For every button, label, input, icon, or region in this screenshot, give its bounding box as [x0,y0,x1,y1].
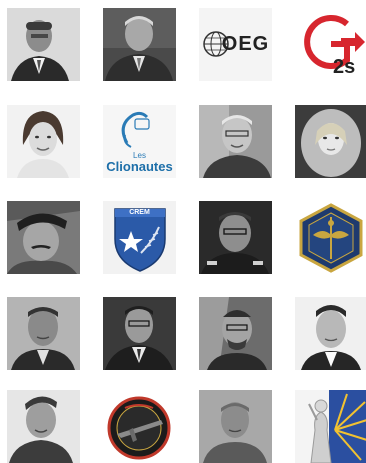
g2s-logo-tile[interactable]: 2s [295,8,366,81]
person-photo [199,390,272,463]
statue-icon [295,390,366,463]
portrait-tile-2[interactable] [103,8,176,81]
person-photo [103,297,176,370]
portrait-tile-11[interactable] [199,201,272,274]
portrait-tile-1[interactable] [7,8,80,81]
portrait-tile-15[interactable] [199,297,272,370]
military-badge-tile[interactable] [295,201,366,274]
portrait-tile-13[interactable] [7,297,80,370]
portrait-tile-16[interactable] [295,297,366,370]
portrait-tile-14[interactable] [103,297,176,370]
person-photo [7,201,80,274]
crem-logo-tile[interactable]: CREM [103,201,176,274]
person-photo [295,297,366,370]
hexagon-badge-icon [295,201,366,274]
portrait-tile-19[interactable] [199,390,272,463]
portrait-tile-9[interactable] [7,201,80,274]
rifle-emblem-icon [103,390,176,463]
person-photo [7,297,80,370]
oeg-logo-tile[interactable]: OEG [199,8,272,81]
crem-label: CREM [129,209,150,216]
person-photo [7,105,80,178]
statue-emblem-tile[interactable] [295,390,366,463]
person-photo [7,8,80,81]
g2s-logo-icon [295,8,366,81]
person-photo [103,8,176,81]
round-emblem-tile[interactable] [103,390,176,463]
portrait-tile-5[interactable] [7,105,80,178]
portrait-tile-7[interactable] [199,105,272,178]
person-photo [7,390,80,463]
portrait-tile-17[interactable] [7,390,80,463]
person-photo [199,297,272,370]
person-photo [295,105,366,178]
portrait-tile-8[interactable] [295,105,366,178]
person-photo [199,105,272,178]
person-photo [199,201,272,274]
oeg-logo-label: OEG [221,33,270,55]
g2s-logo-label: 2s [333,56,356,78]
clionautes-logo-tile[interactable]: Les Clionautes [103,105,176,178]
clionautes-label: Clionautes [106,159,173,174]
speaker-logo-grid: OEG 2s Les Clionautes CREM [0,0,366,463]
